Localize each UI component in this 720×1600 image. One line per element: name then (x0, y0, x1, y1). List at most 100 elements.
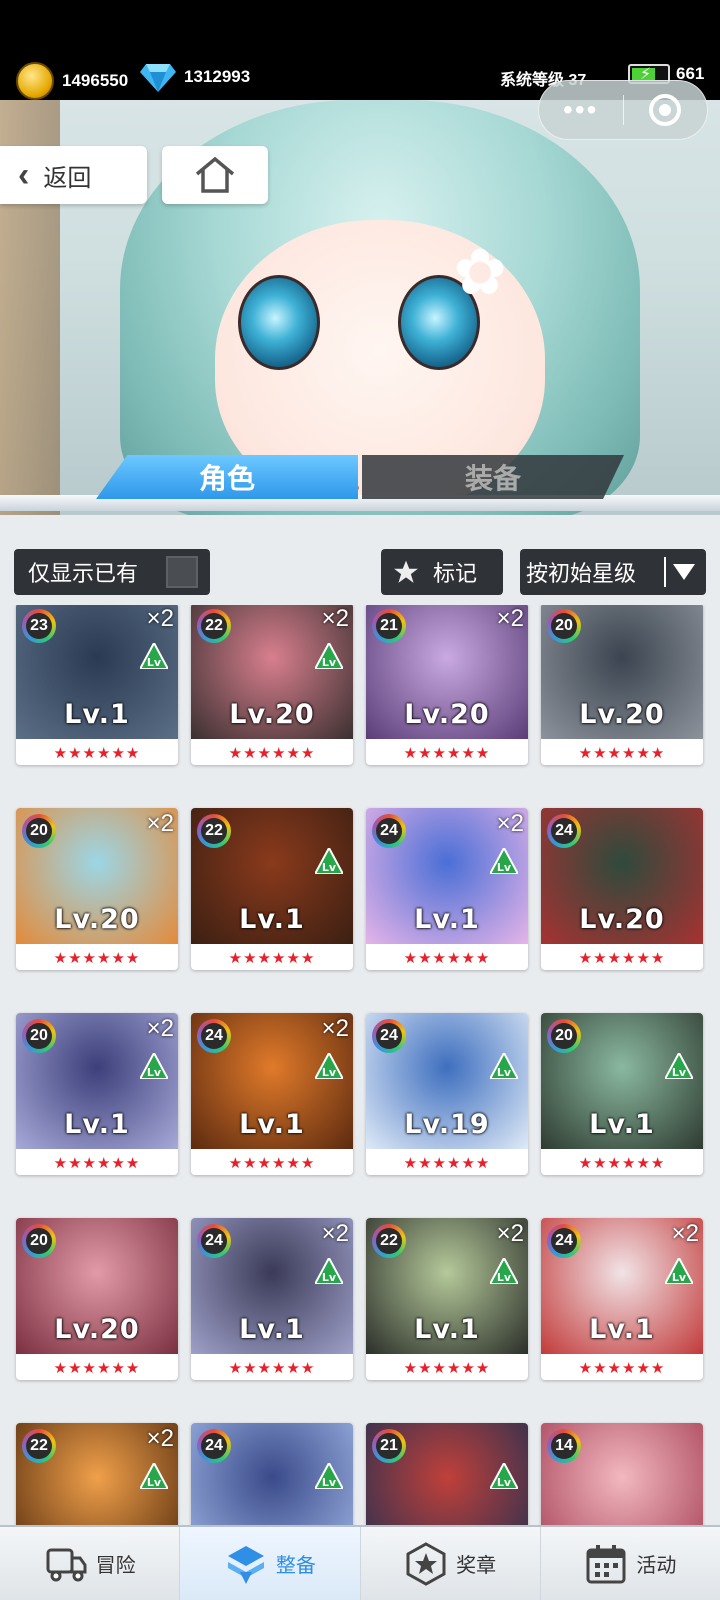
rarity-badge-value: 20 (26, 1228, 52, 1254)
character-card[interactable]: 21 ×2 Lv.20 ★★★★★★ (366, 605, 528, 765)
character-card[interactable]: 24 ×2 Lv Lv.1 ★★★★★★ (191, 1013, 353, 1175)
close-target-icon[interactable] (624, 94, 708, 126)
character-card[interactable]: 24Lv★★★★★★ (191, 1423, 353, 1525)
nav-adventure-label: 冒险 (95, 1555, 136, 1577)
more-options-icon[interactable]: ••• (539, 96, 623, 124)
nav-medal[interactable]: 奖章 (361, 1527, 541, 1600)
character-card[interactable]: 22 Lv Lv.1 ★★★★★★ (191, 808, 353, 970)
character-card[interactable]: 22×2Lv★★★★★★ (16, 1423, 178, 1525)
star-rating: ★★★★★★ (53, 744, 141, 762)
star-rating: ★★★★★★ (578, 744, 666, 762)
gold-amount: 1496550 (62, 71, 129, 90)
tab-strip: 角色 装备 (0, 455, 720, 515)
character-level: Lv.1 (589, 1314, 655, 1345)
rarity-badge: 22 (372, 1224, 406, 1258)
character-card[interactable]: 20 Lv.20 ★★★★★★ (541, 605, 703, 765)
rarity-badge: 24 (197, 1429, 231, 1463)
rarity-badge-value: 20 (551, 1023, 577, 1049)
mark-button[interactable]: 标记 (381, 549, 503, 595)
miniprogram-capsule[interactable]: ••• (538, 80, 708, 140)
svg-text:Lv: Lv (147, 656, 162, 669)
rarity-badge-value: 21 (376, 1433, 402, 1459)
mark-label: 标记 (433, 561, 478, 586)
rarity-badge: 24 (372, 1019, 406, 1053)
character-card[interactable]: 24 ×2 Lv Lv.1 ★★★★★★ (191, 1218, 353, 1380)
character-card[interactable]: 22 ×2 Lv Lv.20 ★★★★★★ (191, 605, 353, 765)
level-up-icon: Lv (665, 1053, 693, 1079)
rarity-badge-value: 21 (376, 613, 402, 639)
duplicate-count: ×2 (146, 1425, 174, 1452)
back-button[interactable]: ‹ 返回 (0, 146, 147, 204)
svg-text:Lv: Lv (322, 1271, 337, 1284)
nav-prepare-label: 整备 (275, 1555, 316, 1577)
duplicate-count: ×2 (671, 1220, 699, 1247)
rarity-badge-value: 20 (26, 1023, 52, 1049)
character-card[interactable]: 20 Lv Lv.1 ★★★★★★ (541, 1013, 703, 1175)
rarity-badge: 24 (197, 1019, 231, 1053)
bottom-nav: 冒险 整备 奖章 活动 (0, 1525, 720, 1600)
character-card[interactable]: 24 ×2 Lv Lv.1 ★★★★★★ (366, 808, 528, 970)
star-rating: ★★★★★★ (53, 1154, 141, 1172)
nav-prepare[interactable]: 整备 (180, 1527, 361, 1600)
character-card[interactable]: 24 Lv.20 ★★★★★★ (541, 808, 703, 970)
star-rating: ★★★★★★ (228, 949, 316, 967)
nav-adventure[interactable]: 冒险 (0, 1527, 181, 1600)
svg-text:Lv: Lv (497, 1271, 512, 1284)
star-rating: ★★★★★★ (578, 949, 666, 967)
character-card[interactable]: 22 ×2 Lv Lv.1 ★★★★★★ (366, 1218, 528, 1380)
character-card[interactable]: 21Lv★★★★★★ (366, 1423, 528, 1525)
svg-text:Lv: Lv (672, 1271, 687, 1284)
rarity-badge: 24 (197, 1224, 231, 1258)
character-card[interactable]: 20 ×2 Lv.20 ★★★★★★ (16, 808, 178, 970)
rarity-badge-value: 22 (201, 613, 227, 639)
rarity-badge: 22 (197, 609, 231, 643)
star-rating: ★★★★★★ (403, 1154, 491, 1172)
rarity-badge-value: 24 (201, 1023, 227, 1049)
star-rating: ★★★★★★ (53, 1359, 141, 1377)
owned-only-label: 仅显示已有 (28, 561, 139, 586)
svg-text:Lv: Lv (322, 656, 337, 669)
home-button[interactable] (162, 146, 268, 204)
character-card[interactable]: 14★★★★★★ (541, 1423, 703, 1525)
sort-label: 按初始星级 (526, 561, 637, 586)
rarity-badge-value: 24 (376, 1023, 402, 1049)
level-up-icon: Lv (140, 1463, 168, 1489)
svg-text:Lv: Lv (672, 1066, 687, 1079)
rarity-badge: 21 (372, 1429, 406, 1463)
rarity-badge: 24 (547, 814, 581, 848)
nav-events[interactable]: 活动 (541, 1527, 720, 1600)
rarity-badge-value: 24 (551, 1228, 577, 1254)
tab-characters[interactable]: 角色 (96, 455, 358, 499)
duplicate-count: ×2 (321, 1015, 349, 1042)
rarity-badge: 20 (547, 1019, 581, 1053)
tab-equipment[interactable]: 装备 (362, 455, 624, 499)
character-card[interactable]: 20 Lv.20 ★★★★★★ (16, 1218, 178, 1380)
character-card[interactable]: 23 ×2 Lv Lv.1 ★★★★★★ (16, 605, 178, 765)
star-rating: ★★★★★★ (578, 1154, 666, 1172)
duplicate-count: ×2 (146, 1015, 174, 1042)
character-level: Lv.20 (579, 699, 665, 730)
owned-only-checkbox[interactable] (166, 556, 198, 588)
character-level: Lv.1 (239, 1314, 305, 1345)
character-card[interactable]: 24 ×2 Lv Lv.1 ★★★★★★ (541, 1218, 703, 1380)
rarity-badge-value: 24 (201, 1228, 227, 1254)
level-up-icon: Lv (315, 1463, 343, 1489)
duplicate-count: ×2 (496, 810, 524, 837)
character-level: Lv.20 (229, 699, 315, 730)
character-level: Lv.1 (64, 1109, 130, 1140)
svg-text:Lv: Lv (322, 1066, 337, 1079)
svg-text:Lv: Lv (497, 1476, 512, 1489)
svg-text:Lv: Lv (147, 1476, 162, 1489)
rarity-badge: 22 (22, 1429, 56, 1463)
rarity-badge: 14 (547, 1429, 581, 1463)
rarity-badge: 24 (547, 1224, 581, 1258)
duplicate-count: ×2 (496, 1220, 524, 1247)
character-card[interactable]: 20 ×2 Lv Lv.1 ★★★★★★ (16, 1013, 178, 1175)
level-up-icon: Lv (140, 1053, 168, 1079)
owned-only-toggle[interactable]: 仅显示已有 (14, 549, 210, 595)
svg-text:Lv: Lv (147, 1066, 162, 1079)
rarity-badge-value: 22 (26, 1433, 52, 1459)
character-card[interactable]: 24 Lv Lv.19 ★★★★★★ (366, 1013, 528, 1175)
level-up-icon: Lv (315, 1053, 343, 1079)
sort-dropdown[interactable]: 按初始星级 (520, 549, 706, 595)
